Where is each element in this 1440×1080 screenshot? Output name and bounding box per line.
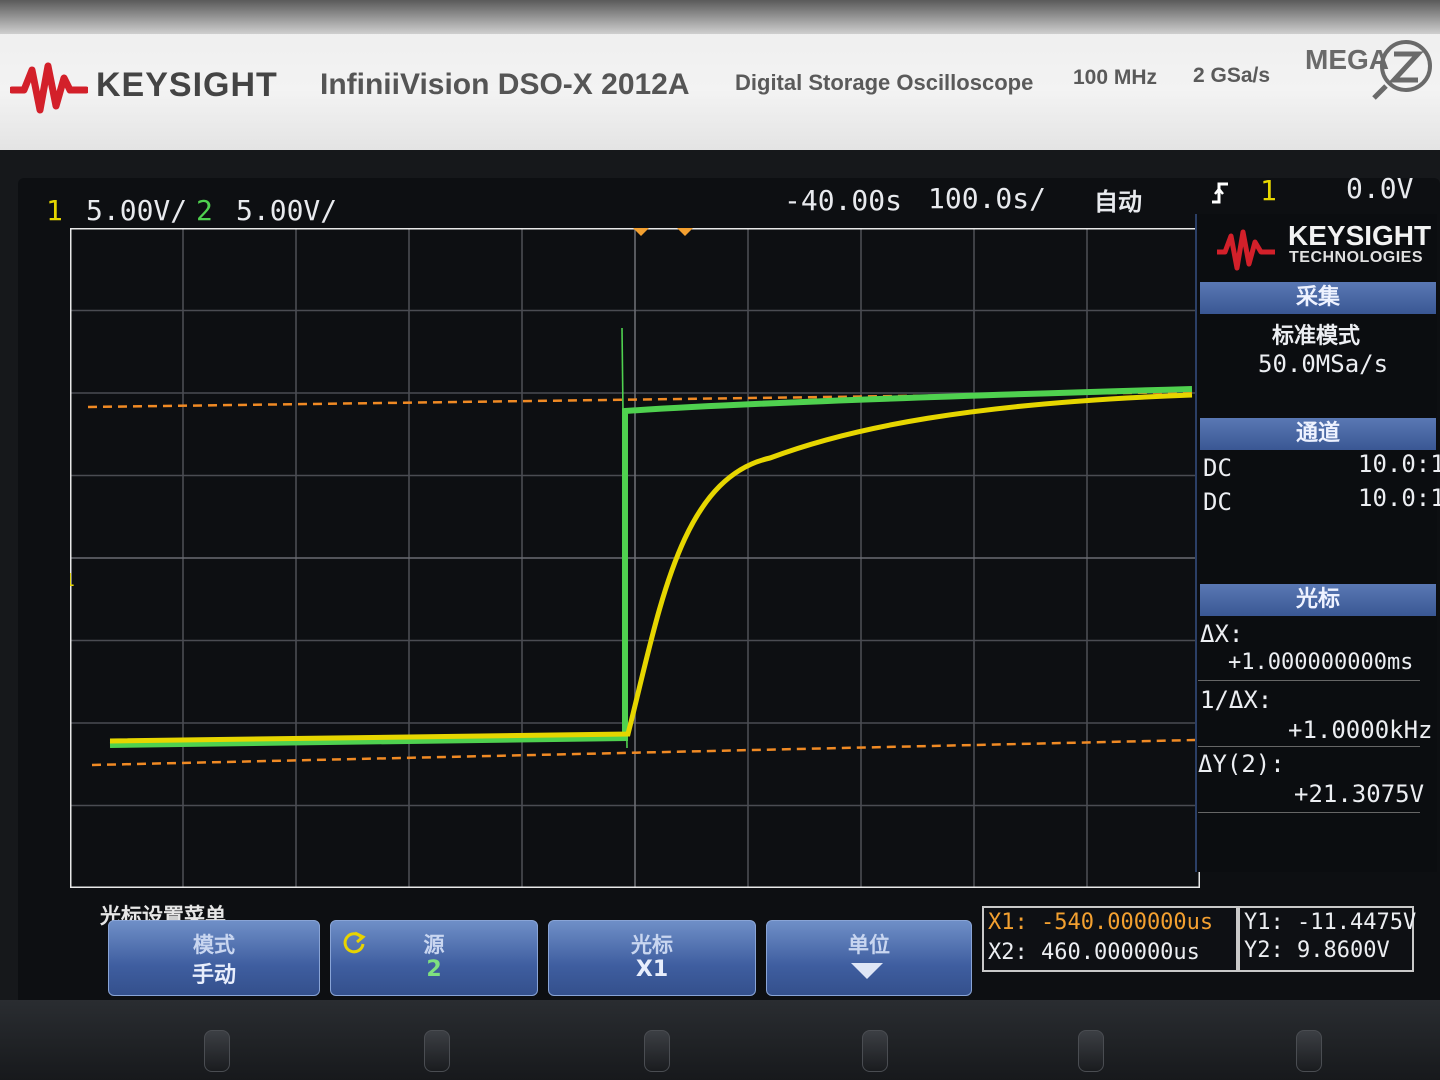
panel-logo-sub: TECHNOLOGIES — [1289, 249, 1424, 266]
mode-softkey-value: 手动 — [191, 963, 236, 988]
timebase-scale[interactable]: 100.0s/ — [928, 182, 1046, 215]
x-cursor-readout: X1: -540.000000us X2: 460.000000us — [982, 906, 1238, 972]
mode-softkey[interactable]: 模式 手动 — [108, 920, 320, 996]
cursor-softkey-value: X1 — [635, 957, 669, 982]
panel-logo-name: KEYSIGHT — [1288, 220, 1432, 251]
y1-readout: Y1: -11.4475V — [1244, 910, 1417, 935]
source-softkey-label: 源 — [423, 933, 445, 957]
softkey-button[interactable] — [644, 1030, 670, 1072]
y2-readout: Y2: 9.8600V — [1244, 938, 1390, 963]
keysight-logo-icon — [1217, 229, 1275, 271]
softkey-button[interactable] — [862, 1030, 888, 1072]
ch2-scale[interactable]: 5.00V/ — [236, 194, 337, 227]
horizontal-delay[interactable]: -40.00s — [784, 184, 902, 217]
mode-softkey-label: 模式 — [193, 933, 235, 957]
chevron-down-icon — [851, 963, 883, 979]
ch1-number: 1 — [46, 194, 63, 227]
bezel-top-strip — [0, 0, 1440, 34]
sample-rate-spec: 2 GSa/s — [1193, 64, 1271, 87]
ch1-ground-marker: 1 — [70, 570, 75, 591]
acquire-mode: 标准模式 — [1272, 324, 1361, 349]
softkey-button[interactable] — [204, 1030, 230, 1072]
inverse-delta-x-label: 1/ΔX: — [1200, 686, 1273, 714]
trigger-source: 1 — [1260, 174, 1277, 207]
trigger-edge-icon — [1212, 182, 1228, 204]
model-name: InfiniiVision DSO-X 2012A — [320, 68, 690, 101]
softkey-button[interactable] — [1078, 1030, 1104, 1072]
ch1-waveform — [109, 392, 1193, 744]
source-softkey[interactable]: 源 2 — [330, 920, 538, 996]
bandwidth-spec: 100 MHz — [1073, 66, 1158, 89]
cursor-select-softkey[interactable]: 光标 X1 — [548, 920, 756, 996]
time-reference-marker — [677, 228, 693, 236]
softkey-button[interactable] — [1296, 1030, 1322, 1072]
x1-readout: X1: -540.000000us — [988, 910, 1214, 935]
ch1-scale[interactable]: 5.00V/ — [86, 194, 187, 227]
ch1-probe: 10.0:1 — [1358, 450, 1440, 478]
acquire-section-header[interactable]: 采集 — [1200, 282, 1436, 314]
y-cursor-readout: Y1: -11.4475V Y2: 9.8600V — [1238, 906, 1417, 972]
waveform-graticule: 1 — [70, 228, 1200, 888]
cursor-divider — [1198, 812, 1420, 813]
softkey-button[interactable] — [424, 1030, 450, 1072]
delta-y-value: +21.3075V — [1294, 780, 1425, 808]
inverse-delta-x-value: +1.0000kHz — [1288, 716, 1433, 744]
ch1-coupling: DC — [1203, 454, 1232, 482]
megazoom-z-icon — [1372, 40, 1432, 100]
channel-section-header[interactable]: 通道 — [1200, 418, 1436, 450]
x2-readout: X2: 460.000000us — [988, 940, 1200, 965]
delta-x-label: ΔX: — [1200, 620, 1244, 648]
acquire-rate: 50.0MSa/s — [1258, 350, 1389, 378]
units-softkey[interactable]: 单位 — [766, 920, 972, 996]
delta-x-value: +1.000000000ms — [1228, 650, 1414, 675]
trigger-mode[interactable]: 自动 — [1094, 182, 1142, 217]
ch2-probe: 10.0:1 — [1358, 484, 1440, 512]
delta-y-label: ΔY(2): — [1198, 750, 1285, 778]
units-softkey-label: 单位 — [848, 933, 890, 957]
keysight-wave-logo-icon — [10, 62, 88, 114]
cursor-softkey-label: 光标 — [631, 933, 673, 957]
source-softkey-value: 2 — [426, 957, 442, 982]
model-description: Digital Storage Oscilloscope — [735, 70, 1034, 95]
cursor-divider — [1198, 680, 1420, 681]
trigger-level[interactable]: 0.0V — [1346, 172, 1413, 205]
brand-name: KEYSIGHT — [96, 66, 278, 104]
cursor-divider — [1198, 746, 1420, 747]
ch2-waveform — [109, 386, 1193, 748]
cursor-section-header[interactable]: 光标 — [1200, 584, 1436, 616]
ch2-coupling: DC — [1203, 488, 1232, 516]
ch2-number: 2 — [196, 194, 213, 227]
